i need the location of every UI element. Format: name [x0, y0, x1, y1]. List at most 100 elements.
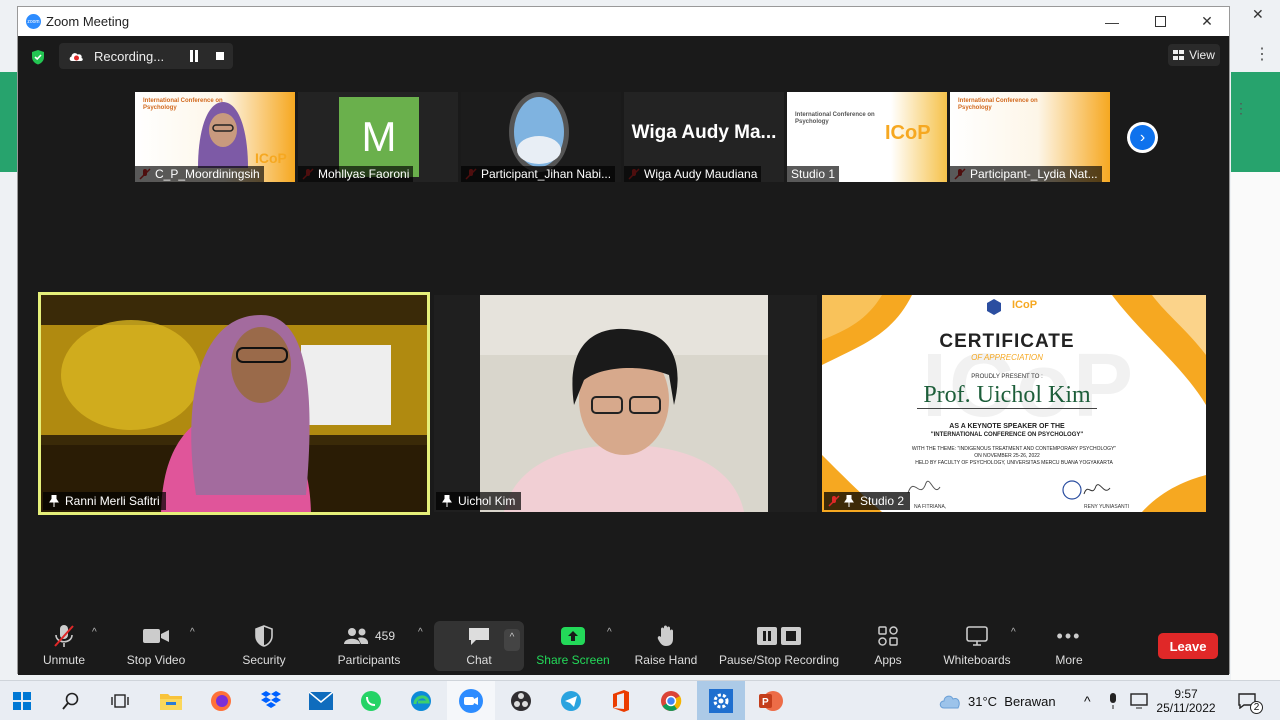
certificate-role: AS A KEYNOTE SPEAKER OF THE [949, 423, 1065, 430]
cloud-recording-icon [69, 53, 83, 61]
firefox-icon[interactable] [207, 687, 235, 715]
participants-label: Participants [337, 653, 401, 667]
share-screen-label: Share Screen [536, 653, 610, 667]
share-screen-icon [561, 627, 585, 645]
participant-name: Participant_Jihan Nabi... [461, 166, 616, 182]
participants-options-caret-icon[interactable]: ^ [418, 627, 423, 638]
participant-name: Studio 2 [860, 494, 905, 508]
search-icon[interactable] [57, 687, 85, 715]
whiteboard-icon [966, 626, 988, 646]
background-more-icon-2[interactable]: ⋮ [1234, 100, 1248, 117]
windows-start-icon[interactable] [8, 687, 36, 715]
whatsapp-icon[interactable] [357, 687, 385, 715]
background-sidebar [1231, 172, 1280, 680]
zoom-taskbar-icon[interactable] [457, 687, 485, 715]
mail-icon[interactable] [307, 687, 335, 715]
participant-name: Wiga Audy Maudiana [624, 166, 762, 182]
certificate-proudly: PROUDLY PRESENT TO : [971, 374, 1043, 380]
certificate-subtitle: OF APPRECIATION [971, 353, 1043, 362]
view-button[interactable]: View [1168, 44, 1220, 66]
apps-button[interactable]: Apps [838, 623, 938, 673]
video-options-caret-icon[interactable]: ^ [190, 627, 195, 638]
participant-name-label: Uichol Kim [436, 492, 522, 510]
video-camera-icon [143, 629, 169, 643]
clock-date: 25/11/2022 [1156, 701, 1216, 715]
video-tile-active-speaker[interactable]: Ranni Merli Safitri [38, 292, 430, 515]
security-button[interactable]: Security [214, 623, 314, 673]
pause-stop-recording-button[interactable]: Pause/Stop Recording [719, 623, 839, 673]
next-page-button[interactable]: › [1127, 122, 1158, 153]
background-more-icon[interactable]: ⋮ [1254, 44, 1270, 64]
pin-icon [442, 495, 452, 507]
settings-gear-icon[interactable] [707, 687, 735, 715]
close-button[interactable]: ✕ [1184, 7, 1230, 36]
certificate-event: "INTERNATIONAL CONFERENCE ON PSYCHOLOGY" [930, 432, 1084, 438]
thumbnail-participant[interactable]: International Conference on Psychology I… [135, 92, 295, 182]
more-button[interactable]: ••• More [1019, 623, 1119, 673]
certificate-divider [917, 408, 1097, 409]
security-label: Security [242, 653, 286, 667]
notifications-button[interactable]: 2 [1238, 681, 1263, 720]
audio-options-caret-icon[interactable]: ^ [92, 627, 97, 638]
pin-icon [49, 495, 59, 507]
more-dots-icon: ••• [1056, 625, 1082, 646]
file-explorer-icon[interactable] [157, 687, 185, 715]
share-options-caret-icon[interactable]: ^ [607, 627, 612, 638]
participant-name: Uichol Kim [458, 494, 516, 508]
raise-hand-button[interactable]: Raise Hand [616, 623, 716, 673]
background-green-banner [0, 72, 18, 172]
network-tray-icon[interactable] [1130, 681, 1148, 720]
task-view-icon[interactable] [106, 687, 134, 715]
notification-count-badge: 2 [1250, 701, 1263, 714]
leave-button[interactable]: Leave [1158, 633, 1218, 659]
participant-name: Studio 1 [787, 166, 840, 182]
certificate-date: ON NOVEMBER 25-26, 2022 [974, 453, 1040, 459]
thumbnail-participant[interactable]: International Conference on Psychology P… [950, 92, 1110, 182]
participants-button[interactable]: 459 Participants [319, 623, 419, 673]
chat-label: Chat [466, 653, 492, 667]
encryption-shield-icon[interactable] [30, 49, 46, 65]
certificate-signer-right: RENY YUNIASANTI [1084, 504, 1130, 510]
clock-time: 9:57 [1174, 687, 1198, 701]
video-tile[interactable]: Uichol Kim [434, 295, 817, 512]
telegram-icon[interactable] [557, 687, 585, 715]
raise-hand-icon [657, 625, 673, 646]
powerpoint-icon[interactable]: P [757, 687, 785, 715]
chevron-right-icon: › [1130, 125, 1155, 150]
participant-name-label: Ranni Merli Safitri [43, 492, 166, 510]
unmute-button[interactable]: Unmute [14, 623, 114, 673]
recording-label: Recording... [94, 48, 165, 64]
thumbnail-participant[interactable]: International Conference on Psychology I… [787, 92, 947, 182]
pin-icon [844, 495, 854, 507]
minimize-button[interactable]: — [1089, 7, 1135, 36]
participants-count: 459 [374, 629, 396, 643]
video-tile-certificate[interactable]: ICoP ICoP CERTIFICATE OF APPRECIATION PR… [822, 295, 1206, 512]
certificate-recipient: Prof. Uichol Kim [923, 382, 1091, 408]
conference-title-text: International Conference on Psychology [795, 112, 875, 125]
chrome-icon[interactable] [657, 687, 685, 715]
signature-image [1062, 480, 1111, 500]
certificate-held-by: HELD BY FACULTY OF PSYCHOLOGY, UNIVERSIT… [915, 460, 1113, 466]
thumbnail-participant[interactable]: Wiga Audy Ma... Wiga Audy Maudiana [624, 92, 784, 182]
microphone-tray-icon[interactable] [1108, 681, 1118, 720]
stop-recording-icon[interactable] [216, 52, 224, 60]
edge-icon[interactable] [407, 687, 435, 715]
maximize-button[interactable] [1137, 7, 1183, 36]
thumbnail-participant[interactable]: M Mohllyas Faoroni [298, 92, 458, 182]
certificate-signer-left: NA FITRIANA, [914, 504, 947, 510]
chat-options-caret-icon[interactable]: ^ [504, 629, 520, 651]
participants-icon [343, 628, 369, 644]
dropbox-icon[interactable] [257, 687, 285, 715]
obs-icon[interactable] [507, 687, 535, 715]
participant-video [198, 102, 248, 168]
show-hidden-icons-chevron-icon[interactable]: ^ [1084, 681, 1091, 720]
svg-text:P: P [762, 697, 769, 708]
pause-recording-icon[interactable] [190, 50, 198, 62]
thumbnail-participant[interactable]: Participant_Jihan Nabi... [461, 92, 621, 182]
window-title: Zoom Meeting [46, 14, 130, 29]
stop-icon [781, 627, 801, 645]
background-close-icon[interactable]: ✕ [1252, 6, 1264, 23]
office-icon[interactable] [607, 687, 635, 715]
weather-widget[interactable]: 31°C Berawan [938, 681, 1056, 720]
whiteboards-options-caret-icon[interactable]: ^ [1011, 627, 1016, 638]
